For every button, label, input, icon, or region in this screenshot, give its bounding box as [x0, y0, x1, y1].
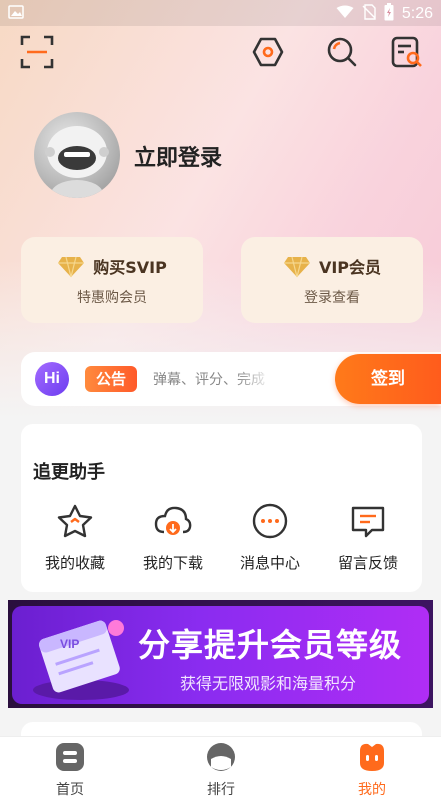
message-icon: [250, 502, 290, 542]
feedback-label: 留言反馈: [337, 554, 398, 572]
status-time: 5:26: [401, 5, 433, 22]
tab-rank[interactable]: 排行: [176, 741, 266, 798]
vip-member-subtitle: 登录查看: [304, 290, 360, 306]
tab-mine[interactable]: 我的: [327, 741, 417, 798]
feedback-entry[interactable]: 留言反馈: [318, 502, 418, 582]
rank-icon: [205, 741, 237, 773]
tab-mine-label: 我的: [358, 782, 386, 798]
helper-title: 追更助手: [33, 462, 105, 483]
star-icon: [55, 502, 95, 542]
buy-svip-card[interactable]: 购买SVIP 特惠购会员: [21, 237, 203, 323]
download-cloud-icon: [153, 502, 193, 542]
buy-svip-subtitle: 特惠购会员: [77, 290, 147, 306]
share-upgrade-banner[interactable]: VIP 分享提升会员等级 获得无限观影和海量积分: [8, 600, 433, 708]
favorites-label: 我的收藏: [44, 554, 105, 572]
banner-subline: 获得无限观影和海量积分: [180, 674, 357, 693]
wifi-icon: [336, 5, 354, 23]
tab-home[interactable]: 首页: [25, 741, 115, 798]
vip-member-card[interactable]: VIP会员 登录查看: [241, 237, 423, 323]
top-toolbar: [0, 34, 441, 70]
checkin-button[interactable]: 签到: [335, 354, 441, 404]
bottom-tab-bar: 首页 排行 我的: [0, 736, 441, 799]
tab-home-label: 首页: [56, 782, 84, 798]
ticket-label: VIP: [60, 637, 79, 651]
login-button[interactable]: 立即登录: [134, 140, 222, 172]
feedback-icon: [348, 502, 388, 542]
scan-icon[interactable]: [19, 34, 55, 70]
mine-icon: [356, 741, 388, 773]
battery-icon: [384, 3, 394, 25]
gallery-notification-icon: [8, 5, 24, 23]
hi-icon: Hi: [35, 362, 69, 396]
follow-helper-card: 追更助手 我的收藏 我的下载 消息中心 留言反馈: [21, 424, 422, 592]
profile-section[interactable]: 立即登录: [34, 108, 414, 198]
vip-member-title: VIP会员: [318, 258, 382, 277]
diamond-icon: [57, 256, 85, 282]
status-bar: 5:26: [0, 0, 441, 26]
home-icon: [54, 741, 86, 773]
buy-svip-title: 购买SVIP: [93, 258, 167, 277]
tab-rank-label: 排行: [207, 782, 235, 798]
messages-label: 消息中心: [239, 554, 300, 572]
history-search-icon[interactable]: [389, 34, 425, 70]
vip-ticket-icon: VIP: [26, 610, 136, 708]
notice-text: 弹幕、评分、完成: [153, 372, 265, 388]
notice-badge: 公告: [85, 366, 137, 392]
diamond-icon: [283, 256, 311, 282]
downloads-label: 我的下载: [142, 554, 203, 572]
settings-hexagon-icon[interactable]: [250, 34, 286, 70]
search-icon[interactable]: [324, 34, 360, 70]
avatar[interactable]: [34, 112, 120, 198]
messages-entry[interactable]: 消息中心: [220, 502, 320, 582]
downloads-entry[interactable]: 我的下载: [123, 502, 223, 582]
no-sim-icon: [362, 4, 376, 24]
favorites-entry[interactable]: 我的收藏: [25, 502, 125, 582]
banner-headline: 分享提升会员等级: [138, 626, 403, 664]
